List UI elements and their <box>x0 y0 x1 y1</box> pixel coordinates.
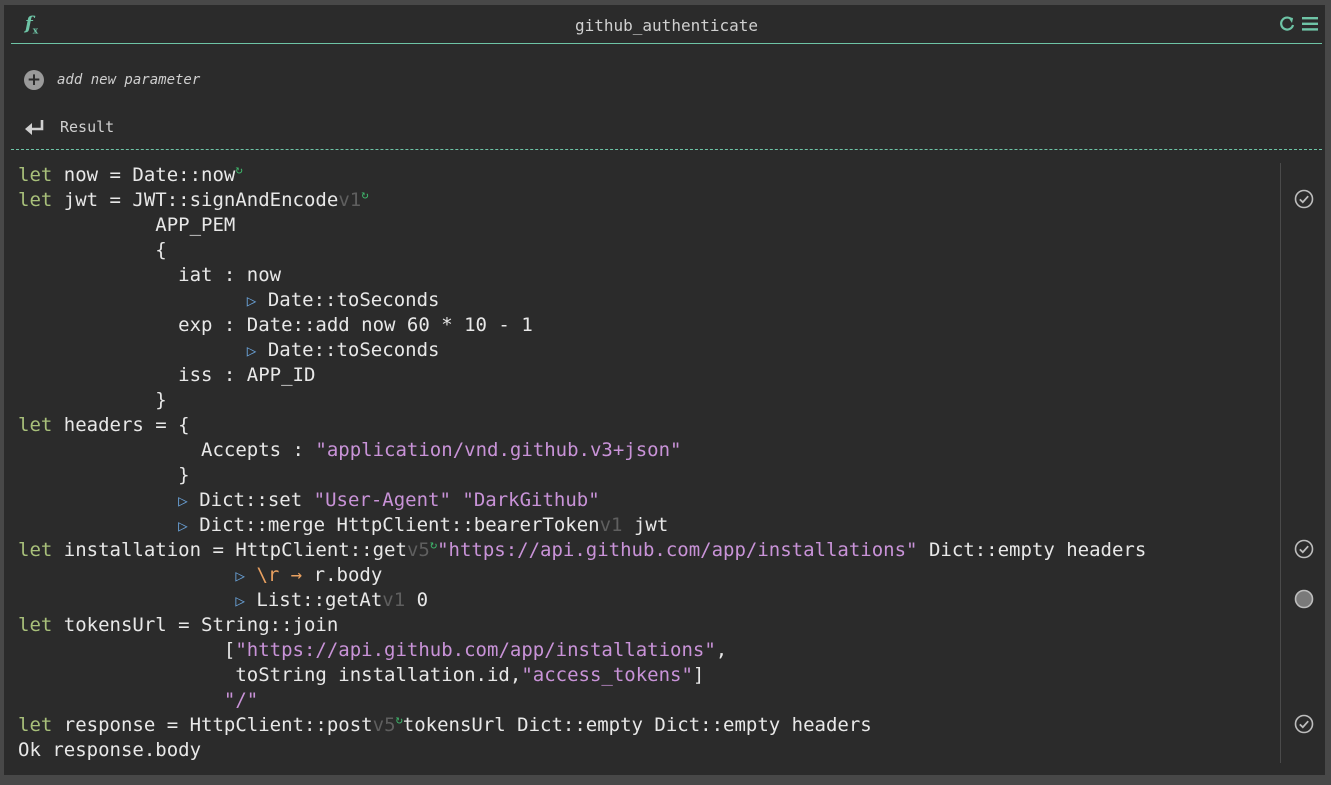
code-line: "/" <box>223 689 259 711</box>
pipe-icon: ▷ <box>178 491 188 510</box>
gutter-divider <box>1280 163 1281 763</box>
title-bar: fx github_authenticate <box>11 5 1322 44</box>
pipe-icon: ▷ <box>235 566 245 585</box>
function-editor: fx github_authenticate + add new paramet… <box>4 5 1325 775</box>
check-circle-icon[interactable] <box>1294 189 1314 209</box>
code-line: let headers = { <box>18 414 190 436</box>
refresh-mini-icon[interactable]: ↻ <box>396 713 403 727</box>
check-circle-icon[interactable] <box>1294 539 1314 559</box>
code-line: let installation = HttpClient::getv5↻"ht… <box>18 537 1147 561</box>
code-line: ▷ List::getAtv1 0 <box>235 589 429 611</box>
code-line: ▷ Date::toSeconds <box>246 339 440 361</box>
code-line: toString installation.id,"access_tokens"… <box>18 664 705 686</box>
code-line: exp : Date::add now 60 * 10 - 1 <box>18 314 533 336</box>
code-line: APP_PEM <box>18 214 236 236</box>
result-label: Result <box>60 118 115 136</box>
refresh-mini-icon[interactable]: ↻ <box>430 538 437 552</box>
code-line: ▷ Dict::set "User-Agent" "DarkGithub" <box>178 489 600 511</box>
return-arrow-icon <box>25 120 44 135</box>
add-parameter-label: add new parameter <box>57 72 201 88</box>
code-line: let now = Date::now↻ <box>18 162 243 186</box>
code-editor[interactable]: let now = Date::now↻ let jwt = JWT::sign… <box>18 163 1146 763</box>
function-title[interactable]: github_authenticate <box>11 16 1322 35</box>
pipe-icon: ▷ <box>246 291 257 310</box>
code-line: let jwt = JWT::signAndEncodev1↻ <box>18 187 369 211</box>
pipe-icon: ▷ <box>235 591 245 610</box>
code-line: ▷ \r → r.body <box>235 564 383 586</box>
code-line: } <box>18 389 167 411</box>
code-line: ["https://api.github.com/app/installatio… <box>18 639 728 661</box>
code-line: ▷ Date::toSeconds <box>246 289 440 311</box>
refresh-icon[interactable] <box>1278 15 1296 33</box>
code-line: iss : APP_ID <box>18 364 316 386</box>
refresh-mini-icon[interactable]: ↻ <box>235 163 242 177</box>
divider <box>11 149 1322 150</box>
check-circle-icon[interactable] <box>1294 714 1314 734</box>
code-line: Ok response.body <box>18 739 202 761</box>
code-line: let response = HttpClient::postv5↻tokens… <box>18 712 872 736</box>
code-line: ▷ Dict::merge HttpClient::bearerTokenv1 … <box>178 514 669 536</box>
loading-dot-icon[interactable] <box>1294 589 1314 609</box>
pipe-icon: ▷ <box>246 341 257 360</box>
code-line: { <box>18 239 167 261</box>
plus-circle-icon: + <box>24 70 44 90</box>
result-row: Result <box>24 116 114 138</box>
menu-icon[interactable] <box>1302 17 1318 31</box>
pipe-icon: ▷ <box>178 516 188 535</box>
code-line: Accepts : "application/vnd.github.v3+jso… <box>18 439 682 461</box>
code-line: } <box>18 464 190 486</box>
code-line: let tokensUrl = String::join <box>18 614 339 636</box>
code-line: iat : now <box>18 264 282 286</box>
refresh-mini-icon[interactable]: ↻ <box>361 188 368 202</box>
add-parameter-button[interactable]: + add new parameter <box>24 69 200 91</box>
